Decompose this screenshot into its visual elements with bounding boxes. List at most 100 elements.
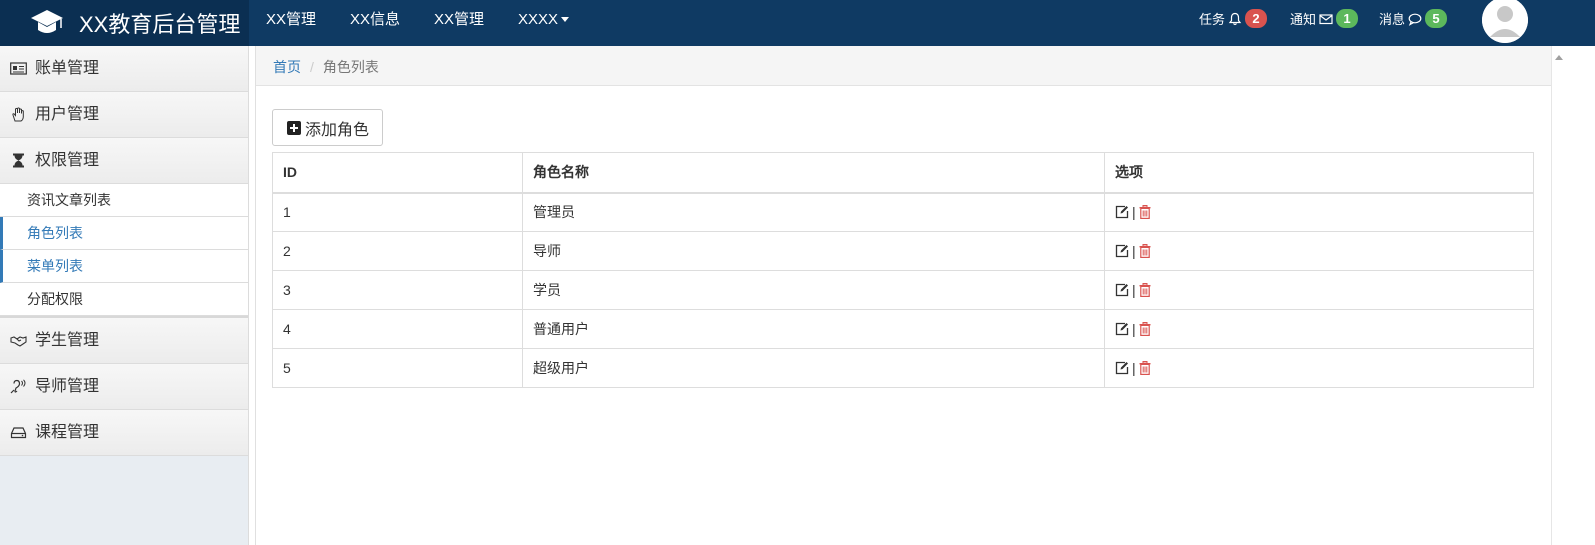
action-separator: | [1132,243,1136,259]
nav-item-xx-manage-1[interactable]: XX管理 [249,0,333,46]
cell-id: 4 [272,309,523,349]
trash-icon[interactable] [1139,244,1151,258]
bell-icon [1228,12,1242,25]
sidebar-item-label: 导师管理 [35,378,100,395]
column-header-id: ID [272,152,523,194]
tasks-count-badge: 2 [1245,9,1268,28]
nav-item-xx-info[interactable]: XX信息 [333,0,417,46]
cell-options: | [1104,192,1534,232]
handshake-icon [10,336,27,347]
nav-label: XX管理 [266,11,317,28]
cell-role-name: 超级用户 [522,348,1105,388]
sidebar-item-permissions[interactable]: 权限管理 [0,138,248,184]
table-header-row: ID 角色名称 选项 [272,152,1534,194]
notices-label: 通知 [1290,12,1317,27]
edit-icon[interactable] [1115,322,1129,336]
app-title: XX教育后台管理 [79,12,241,37]
table-row: 1 管理员 | [272,192,1534,232]
sidebar-item-label: 课程管理 [35,424,100,441]
edit-icon[interactable] [1115,244,1129,258]
trash-icon[interactable] [1139,205,1151,220]
sidebar-item-label: 学生管理 [35,332,100,349]
add-role-button[interactable]: 添加角色 [272,109,383,146]
top-nav: XX管理 XX信息 XX管理 XXXX [249,0,586,46]
hand-icon [12,107,24,122]
messages-menu[interactable]: 消息 5 [1379,9,1448,28]
sidebar-item-label: 权限管理 [35,152,100,169]
edit-icon[interactable] [1115,361,1129,375]
nav-label: XX管理 [434,11,485,28]
graduation-cap-icon [31,10,63,33]
row-actions: | [1115,360,1523,376]
messages-label: 消息 [1379,12,1406,27]
notices-menu[interactable]: 通知 1 [1290,9,1359,28]
add-role-label: 添加角色 [305,121,370,139]
submenu-item-label: 菜单列表 [27,258,83,274]
action-separator: | [1132,360,1136,376]
trash-icon[interactable] [1139,283,1151,297]
cell-id: 5 [272,348,523,388]
scrollbar-track[interactable] [1551,46,1552,545]
table-row: 4 普通用户 | [272,309,1534,349]
user-avatar-icon [1482,0,1528,43]
cell-options: | [1104,309,1534,349]
table-row: 2 导师 | [272,231,1534,271]
nav-dropdown-xxxx[interactable]: XXXX [501,0,586,46]
caret-down-icon [561,17,570,22]
submenu-item-label: 角色列表 [27,225,83,241]
cell-id: 3 [272,270,523,310]
cell-options: | [1104,270,1534,310]
sidebar-item-users[interactable]: 用户管理 [0,92,248,138]
content-divider [255,46,256,545]
tasks-menu[interactable]: 任务 2 [1199,9,1268,28]
edit-icon[interactable] [1115,205,1129,219]
cell-role-name: 学员 [522,270,1105,310]
row-actions: | [1115,243,1523,259]
column-header-options: 选项 [1104,152,1534,194]
breadcrumb-bar: 首页 / 角色列表 [256,46,1551,86]
breadcrumb-home-link[interactable]: 首页 [273,59,301,75]
tasks-label: 任务 [1199,12,1226,27]
action-separator: | [1132,204,1136,221]
submenu-item-label: 分配权限 [27,291,83,307]
submenu-item-label: 资讯文章列表 [27,192,111,208]
cell-options: | [1104,231,1534,271]
breadcrumb-separator: / [310,59,314,75]
sidebar-item-bills[interactable]: 账单管理 [0,46,248,92]
edit-icon[interactable] [1115,283,1129,297]
submenu-item-menus[interactable]: 菜单列表 [0,250,248,283]
cell-options: | [1104,348,1534,388]
sidebar-item-tutors[interactable]: 导师管理 [0,364,248,410]
cell-role-name: 管理员 [522,192,1105,232]
avatar[interactable] [1482,0,1528,43]
submenu-item-articles[interactable]: 资讯文章列表 [0,184,248,217]
action-separator: | [1132,321,1136,337]
scroll-up-arrow-icon[interactable] [1555,55,1563,60]
brand[interactable]: XX教育后台管理 [0,0,249,46]
notices-count-badge: 1 [1336,9,1359,28]
cell-id: 2 [272,231,523,271]
submenu-item-roles[interactable]: 角色列表 [0,217,248,250]
messages-count-badge: 5 [1425,9,1448,28]
sidebar-item-courses[interactable]: 课程管理 [0,410,248,456]
assistive-listening-icon [10,379,26,394]
plus-square-icon [287,120,301,135]
row-actions: | [1115,204,1523,220]
nav-label: XXXX [518,11,559,28]
nav-label: XX信息 [350,11,401,28]
sidebar-item-label: 账单管理 [35,60,100,77]
permissions-submenu: 资讯文章列表 角色列表 菜单列表 分配权限 [0,184,248,318]
row-actions: | [1115,321,1523,337]
top-navbar: XX教育后台管理 XX管理 XX信息 XX管理 XXXX 任务 2 通知 1 消… [0,0,1595,46]
sidebar-item-students[interactable]: 学生管理 [0,318,248,364]
submenu-item-assign-permissions[interactable]: 分配权限 [0,283,248,316]
sidebar: 账单管理 用户管理 权限管理 资讯文章列表 角色列表 菜单列表 分配权限 学生管… [0,46,249,545]
nav-item-xx-manage-2[interactable]: XX管理 [417,0,501,46]
trash-icon[interactable] [1139,361,1151,375]
breadcrumb-current: 角色列表 [322,59,379,75]
envelope-icon [1319,13,1333,24]
table-row: 3 学员 | [272,270,1534,310]
trash-icon[interactable] [1139,322,1151,336]
column-header-role-name: 角色名称 [522,152,1105,194]
comment-icon [1408,13,1422,26]
